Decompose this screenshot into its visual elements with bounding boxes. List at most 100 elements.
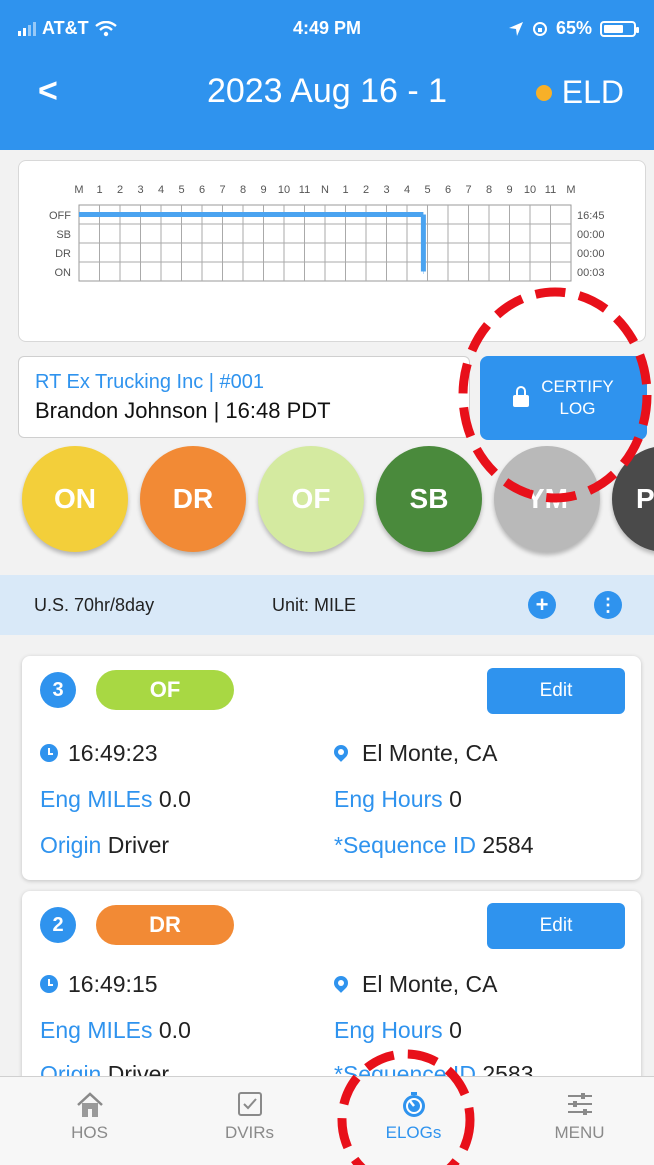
hour-tick-label: 9 bbox=[506, 184, 512, 196]
hour-tick-label: 9 bbox=[260, 184, 266, 196]
rotation-lock-icon bbox=[532, 21, 547, 36]
hour-tick-label: M bbox=[74, 184, 83, 196]
eng-miles-label: Eng MILEs bbox=[40, 786, 153, 812]
status-label: ON bbox=[54, 483, 96, 514]
event-number: 2 bbox=[40, 907, 76, 943]
eng-hours: Eng Hours 0 bbox=[334, 786, 462, 813]
edit-button[interactable]: Edit bbox=[487, 668, 625, 714]
certify-label-1: CERTIFY bbox=[541, 377, 614, 396]
hour-tick-label: 3 bbox=[383, 184, 389, 196]
certify-log-button[interactable]: CERTIFY LOG bbox=[480, 356, 647, 440]
sliders-icon bbox=[567, 1093, 592, 1115]
hour-tick-label: 7 bbox=[465, 184, 471, 196]
eng-hours: Eng Hours 0 bbox=[334, 1017, 462, 1044]
clock-icon bbox=[40, 975, 58, 994]
lock-icon bbox=[513, 386, 530, 407]
row-total: 00:00 bbox=[577, 229, 605, 241]
status-dr-button[interactable]: DR bbox=[140, 446, 246, 552]
driver-name: Brandon Johnson | 16:48 PDT bbox=[35, 398, 331, 423]
eng-miles-value: 0.0 bbox=[158, 1017, 191, 1043]
status-sb-button[interactable]: SB bbox=[376, 446, 482, 552]
event-card: 3 OF Edit 16:49:23 El Monte, CA Eng MILE… bbox=[22, 656, 641, 880]
eng-miles: Eng MILEs 0.0 bbox=[40, 1017, 191, 1044]
home-icon bbox=[76, 1092, 103, 1117]
status-on-button[interactable]: ON bbox=[22, 446, 128, 552]
hour-tick-label: 8 bbox=[240, 184, 246, 196]
sequence-id-label: *Sequence ID bbox=[334, 832, 476, 858]
tab-hos[interactable]: HOS bbox=[8, 1077, 171, 1165]
eng-miles-label: Eng MILEs bbox=[40, 1017, 153, 1043]
status-p-button[interactable]: P bbox=[612, 446, 654, 552]
hour-tick-label: 5 bbox=[424, 184, 430, 196]
eng-hours-value: 0 bbox=[449, 786, 462, 812]
hour-tick-label: 8 bbox=[486, 184, 492, 196]
origin-label: Origin bbox=[40, 832, 102, 858]
eld-label: ELD bbox=[561, 74, 624, 110]
add-event-button[interactable]: + bbox=[528, 591, 556, 619]
eng-hours-value: 0 bbox=[449, 1017, 462, 1043]
tab-elogs[interactable]: ELOGs bbox=[332, 1077, 495, 1165]
tab-label: MENU bbox=[554, 1123, 605, 1142]
ruleset-bar: U.S. 70hr/8day Unit: MILE + ⋮ bbox=[0, 575, 654, 635]
header: AT&T 4:49 PM 65% < 2023 Aug 16 - 1 ELD bbox=[0, 0, 654, 150]
hour-tick-label: 1 bbox=[96, 184, 102, 196]
status-ym-button[interactable]: YM bbox=[494, 446, 600, 552]
tab-label: HOS bbox=[71, 1123, 108, 1142]
hour-tick-label: 11 bbox=[545, 184, 556, 196]
company-name: RT Ex Trucking Inc | #001 bbox=[35, 371, 265, 393]
certify-label-2: LOG bbox=[559, 399, 596, 418]
sequence-id-value: 2584 bbox=[482, 832, 534, 858]
hos-graph: M 1 2 3 4 5 6 7 8 9 10 11 N 1 2 3 4 5 6 7 8 9 10 11 M OFF SB DR ON 16… bbox=[49, 184, 605, 282]
hour-tick-label: 4 bbox=[404, 184, 410, 196]
driver-info: RT Ex Trucking Inc | #001 Brandon Johnso… bbox=[18, 356, 470, 438]
eng-miles-value: 0.0 bbox=[158, 786, 191, 812]
hour-tick-label: N bbox=[321, 184, 329, 196]
event-status-pill: OF bbox=[96, 670, 234, 710]
tab-label: ELOGs bbox=[385, 1123, 442, 1142]
tab-dvirs[interactable]: DVIRs bbox=[168, 1077, 331, 1165]
row-label: DR bbox=[55, 248, 71, 260]
status-bar: AT&T 4:49 PM 65% bbox=[0, 12, 654, 48]
row-label: SB bbox=[56, 229, 71, 241]
hour-tick-label: 6 bbox=[445, 184, 451, 196]
event-status-pill: DR bbox=[96, 905, 234, 945]
hour-tick-label: 2 bbox=[363, 184, 369, 196]
time-value: 16:49:15 bbox=[68, 971, 158, 997]
row-label: ON bbox=[55, 267, 72, 279]
hour-tick-label: 5 bbox=[178, 184, 184, 196]
hour-tick-label: 1 bbox=[342, 184, 348, 196]
status-right: 65% bbox=[508, 18, 639, 39]
status-label: OF bbox=[291, 483, 331, 514]
tab-menu[interactable]: MENU bbox=[498, 1077, 654, 1165]
more-options-button[interactable]: ⋮ bbox=[594, 591, 622, 619]
hour-tick-label: 7 bbox=[219, 184, 225, 196]
status-label: YM bbox=[526, 483, 568, 514]
hour-tick-label: 6 bbox=[199, 184, 205, 196]
row-label: OFF bbox=[49, 210, 71, 222]
checkbox-icon bbox=[237, 1092, 262, 1116]
eng-hours-label: Eng Hours bbox=[334, 786, 443, 812]
eld-status-badge[interactable]: ELD bbox=[535, 74, 624, 111]
location-value: El Monte, CA bbox=[362, 971, 498, 997]
status-label: SB bbox=[409, 483, 449, 514]
hour-tick-label: 11 bbox=[299, 184, 310, 196]
clock-icon bbox=[40, 744, 58, 763]
app-screen: AT&T 4:49 PM 65% < 2023 Aug 16 - 1 ELD M… bbox=[0, 0, 654, 1165]
event-time: 16:49:15 bbox=[40, 971, 158, 998]
status-label: DR bbox=[172, 483, 214, 514]
event-location: El Monte, CA bbox=[331, 740, 498, 767]
elog-icon bbox=[402, 1092, 425, 1117]
row-total: 00:03 bbox=[577, 267, 605, 279]
status-of-button[interactable]: OF bbox=[258, 446, 364, 552]
eng-hours-label: Eng Hours bbox=[334, 1017, 443, 1043]
status-label: P bbox=[636, 483, 654, 514]
edit-button[interactable]: Edit bbox=[487, 903, 625, 949]
row-total: 00:00 bbox=[577, 248, 605, 260]
hour-tick-label: 3 bbox=[137, 184, 143, 196]
event-number: 3 bbox=[40, 672, 76, 708]
hour-tick-label: 4 bbox=[158, 184, 164, 196]
hour-tick-label: 10 bbox=[278, 184, 290, 196]
origin: Origin Driver bbox=[40, 832, 169, 859]
hour-tick-label: 10 bbox=[524, 184, 536, 196]
row-total: 16:45 bbox=[577, 210, 605, 222]
